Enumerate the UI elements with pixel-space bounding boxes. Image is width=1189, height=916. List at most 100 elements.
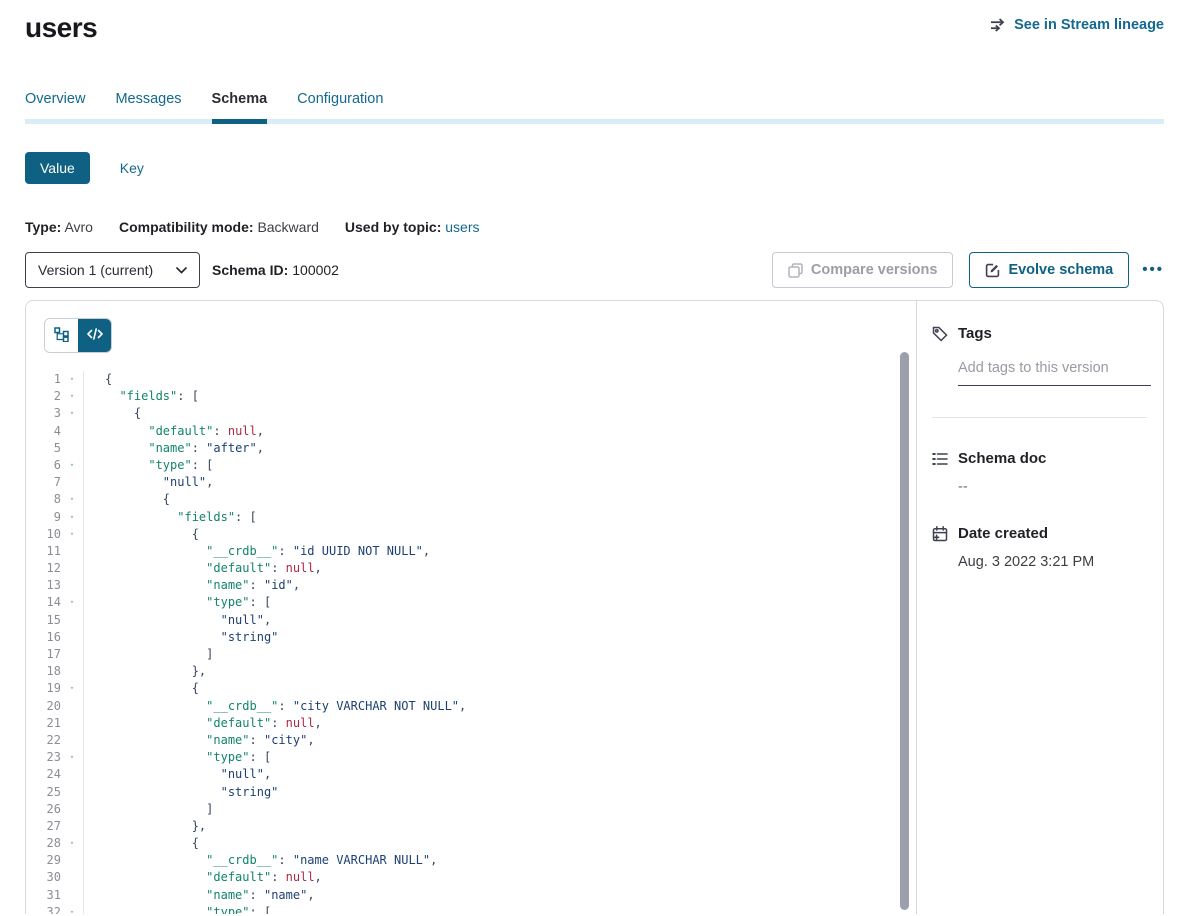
page-title: users xyxy=(25,12,97,44)
line-number: 3 xyxy=(26,405,61,422)
page-header: users See in Stream lineage xyxy=(25,0,1164,44)
tab-messages[interactable]: Messages xyxy=(115,91,181,119)
fold-toggle-icon[interactable]: ▾ xyxy=(61,904,83,914)
schema-json-code[interactable]: 1▾{2▾ "fields": [3▾ {4 "default": null,5… xyxy=(26,371,916,914)
line-number: 18 xyxy=(26,663,61,680)
tab-overview[interactable]: Overview xyxy=(25,91,85,119)
fold-toggle-icon xyxy=(61,887,83,904)
fold-toggle-icon xyxy=(61,577,83,594)
fold-toggle-icon[interactable]: ▾ xyxy=(61,749,83,766)
key-toggle-button[interactable]: Key xyxy=(114,159,150,177)
code-line: 12 "default": null, xyxy=(26,560,916,577)
line-number: 19 xyxy=(26,680,61,697)
line-number: 7 xyxy=(26,474,61,491)
code-line: 6▾ "type": [ xyxy=(26,457,916,474)
compatibility-mode: Compatibility mode: Backward xyxy=(119,219,319,235)
line-number: 10 xyxy=(26,526,61,543)
code-line: 9▾ "fields": [ xyxy=(26,509,916,526)
fold-toggle-icon xyxy=(61,732,83,749)
tab-underline-track xyxy=(25,119,1164,124)
editor-view-toggle xyxy=(26,301,916,353)
line-number: 6 xyxy=(26,457,61,474)
fold-toggle-icon xyxy=(61,560,83,577)
value-key-toggle: Value Key xyxy=(25,152,1164,184)
tab-configuration[interactable]: Configuration xyxy=(297,91,383,119)
fold-toggle-icon[interactable]: ▾ xyxy=(61,680,83,697)
line-number: 13 xyxy=(26,577,61,594)
line-number: 8 xyxy=(26,491,61,508)
tree-view-button[interactable] xyxy=(45,319,78,352)
line-number: 4 xyxy=(26,423,61,440)
fold-toggle-icon[interactable]: ▾ xyxy=(61,835,83,852)
fold-toggle-icon[interactable]: ▾ xyxy=(61,405,83,422)
code-line: 4 "default": null, xyxy=(26,423,916,440)
tag-icon xyxy=(932,326,948,342)
version-select[interactable]: Version 1 (current) xyxy=(25,252,200,288)
date-created-section: Date created Aug. 3 2022 3:21 PM xyxy=(932,525,1147,570)
fold-toggle-icon xyxy=(61,543,83,560)
chevron-down-icon xyxy=(176,267,187,274)
schema-meta-row: Type: Avro Compatibility mode: Backward … xyxy=(25,219,1164,235)
code-line: 16 "string" xyxy=(26,629,916,646)
line-number: 9 xyxy=(26,509,61,526)
code-line: 31 "name": "name", xyxy=(26,887,916,904)
fold-toggle-icon xyxy=(61,474,83,491)
line-number: 23 xyxy=(26,749,61,766)
fold-toggle-icon[interactable]: ▾ xyxy=(61,371,83,388)
code-line: 23▾ "type": [ xyxy=(26,749,916,766)
code-line: 32▾ "type": [ xyxy=(26,904,916,914)
tab-schema[interactable]: Schema xyxy=(212,91,268,119)
line-number: 15 xyxy=(26,612,61,629)
code-line: 27 }, xyxy=(26,818,916,835)
code-view-button[interactable] xyxy=(78,319,111,352)
line-number: 25 xyxy=(26,784,61,801)
line-number: 30 xyxy=(26,869,61,886)
stream-lineage-link[interactable]: See in Stream lineage xyxy=(990,17,1164,33)
code-line: 3▾ { xyxy=(26,405,916,422)
tags-title: Tags xyxy=(958,325,992,342)
fold-toggle-icon[interactable]: ▾ xyxy=(61,526,83,543)
fold-toggle-icon[interactable]: ▾ xyxy=(61,509,83,526)
more-actions-button[interactable]: ••• xyxy=(1142,252,1164,288)
compare-versions-button[interactable]: Compare versions xyxy=(772,252,954,288)
fold-toggle-icon[interactable]: ▾ xyxy=(61,388,83,405)
date-created-title: Date created xyxy=(958,525,1048,542)
code-line: 30 "default": null, xyxy=(26,869,916,886)
list-icon xyxy=(932,452,948,466)
value-toggle-button[interactable]: Value xyxy=(25,152,90,184)
code-line: 28▾ { xyxy=(26,835,916,852)
fold-toggle-icon[interactable]: ▾ xyxy=(61,491,83,508)
fold-toggle-icon xyxy=(61,440,83,457)
line-number: 16 xyxy=(26,629,61,646)
stream-lineage-label: See in Stream lineage xyxy=(1014,17,1164,33)
fold-toggle-icon[interactable]: ▾ xyxy=(61,594,83,611)
line-number: 1 xyxy=(26,371,61,388)
compare-icon xyxy=(788,263,803,278)
fold-toggle-icon xyxy=(61,852,83,869)
fold-toggle-icon xyxy=(61,784,83,801)
fold-toggle-icon xyxy=(61,818,83,835)
schema-page: users See in Stream lineage Overview Mes… xyxy=(0,0,1189,914)
fold-toggle-icon xyxy=(61,646,83,663)
fold-toggle-icon[interactable]: ▾ xyxy=(61,457,83,474)
code-line: 15 "null", xyxy=(26,612,916,629)
sidebar-divider xyxy=(932,417,1147,418)
line-number: 26 xyxy=(26,801,61,818)
code-line: 2▾ "fields": [ xyxy=(26,388,916,405)
code-line: 29 "__crdb__": "name VARCHAR NULL", xyxy=(26,852,916,869)
editor-scrollbar[interactable] xyxy=(900,352,909,910)
schema-doc-value: -- xyxy=(958,479,1147,495)
evolve-schema-button[interactable]: Evolve schema xyxy=(969,252,1129,288)
code-line: 25 "string" xyxy=(26,784,916,801)
line-number: 11 xyxy=(26,543,61,560)
add-tags-input[interactable] xyxy=(958,360,1151,386)
code-line: 24 "null", xyxy=(26,766,916,783)
used-by-topic: Used by topic: users xyxy=(345,219,480,235)
topic-link[interactable]: users xyxy=(445,219,479,235)
line-number: 21 xyxy=(26,715,61,732)
line-number: 5 xyxy=(26,440,61,457)
line-number: 20 xyxy=(26,698,61,715)
date-created-value: Aug. 3 2022 3:21 PM xyxy=(958,554,1147,570)
edit-icon xyxy=(985,263,1000,278)
stream-lineage-icon xyxy=(990,18,1007,32)
